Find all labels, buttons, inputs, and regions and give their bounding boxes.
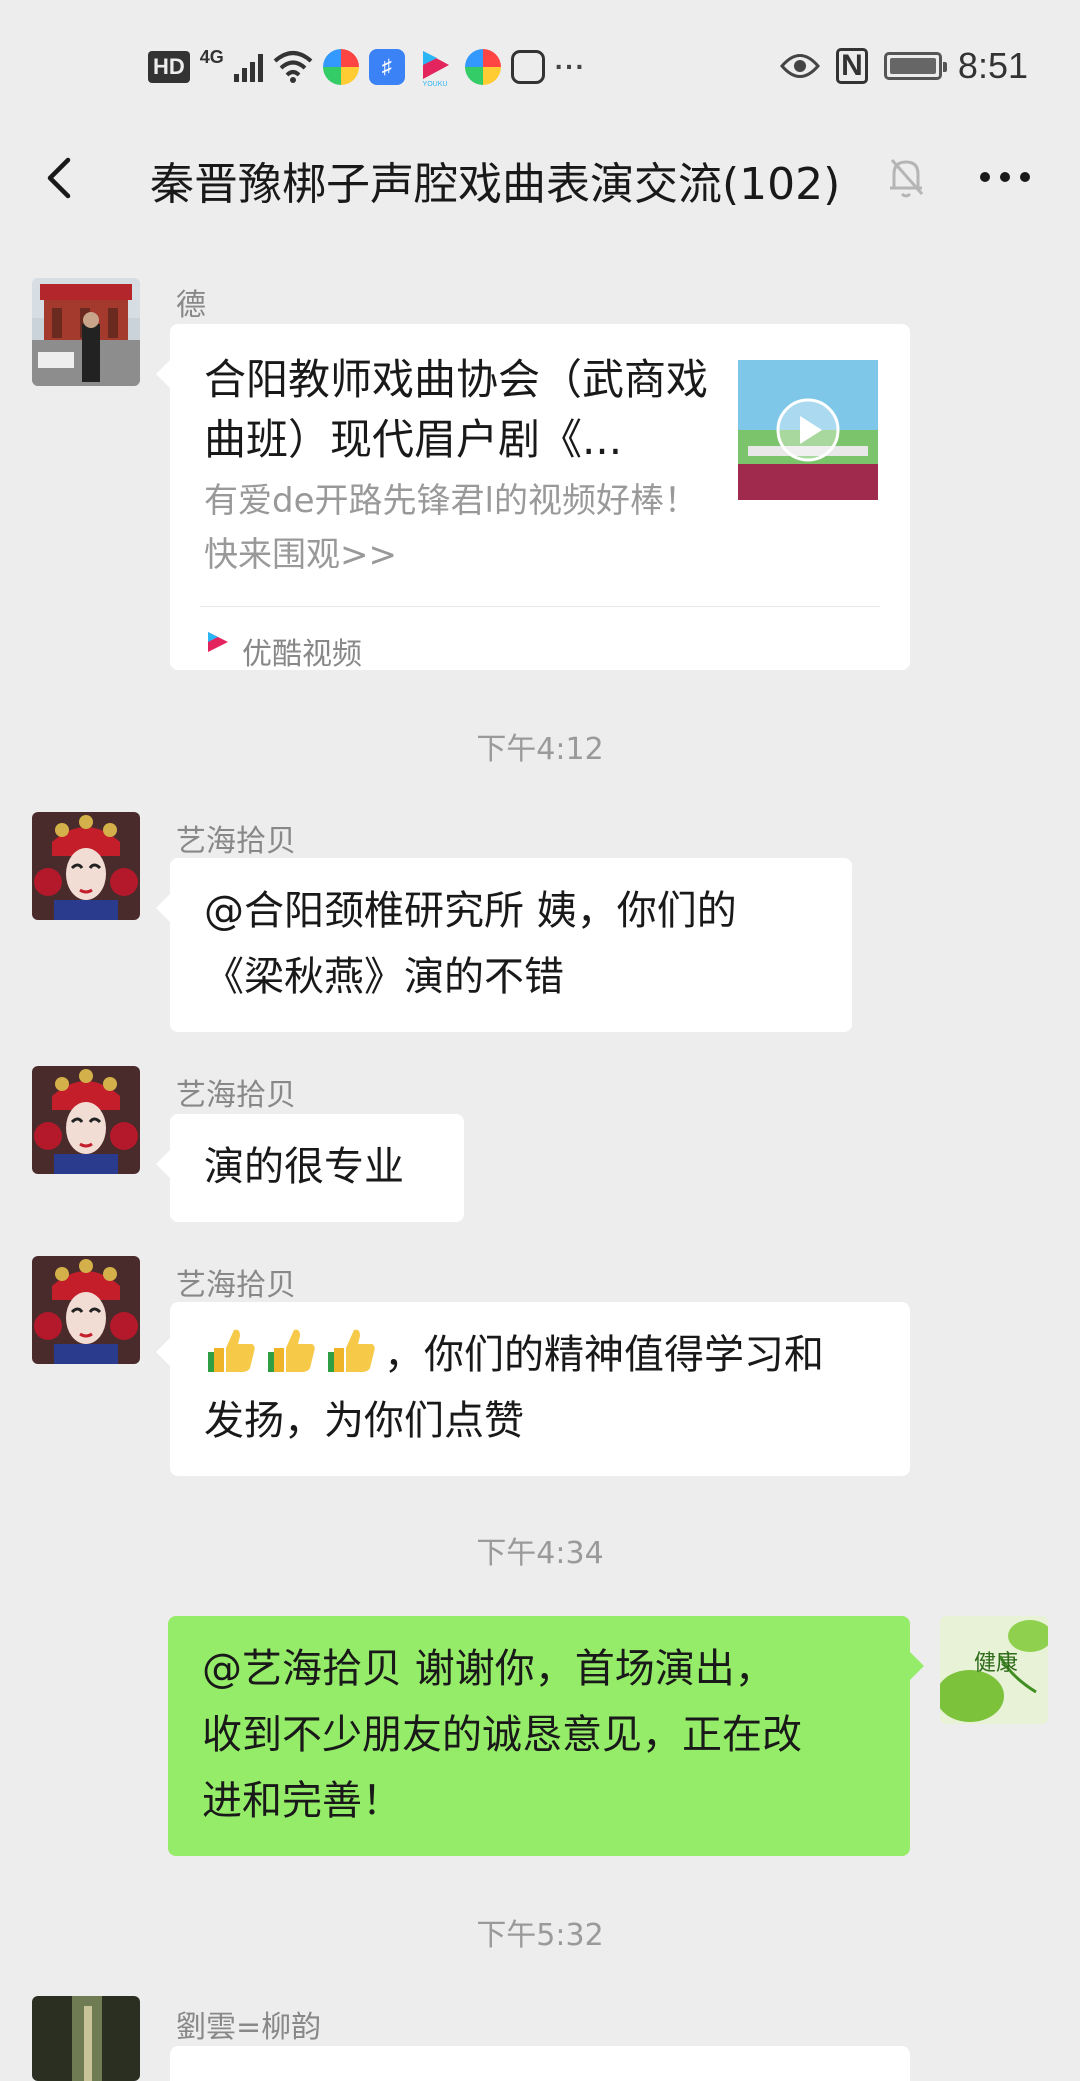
avatar[interactable]: 健康: [940, 1616, 1048, 1724]
timestamp: 下午4:12: [476, 732, 604, 767]
chat-title: 秦晋豫梆子声腔戏曲表演交流(102): [150, 159, 841, 210]
message-bubble[interactable]: 演的很专业: [156, 1114, 464, 1222]
thumbs-up-icon: [268, 1329, 315, 1372]
link-card-source: 优酷视频: [242, 637, 362, 672]
message-text: ，你们的精神值得学习和: [384, 1332, 824, 1378]
message-bubble[interactable]: @艺海拾贝 谢谢你，首场演出， 收到不少朋友的诚恳意见，正在改 进和完善！: [168, 1616, 924, 1856]
avatar[interactable]: [32, 812, 140, 920]
sender-name: 艺海拾贝: [176, 1078, 296, 1113]
link-card[interactable]: 合阳教师戏曲协会（武商戏曲班）现代眉户剧《... 有爱de开路先锋君l的视频好棒…: [156, 324, 910, 672]
sender-name: 劉雲=柳韵: [176, 2010, 322, 2045]
message-text: @艺海拾贝 谢谢你，首场演出，: [202, 1646, 775, 1692]
hd-badge: HD: [148, 51, 190, 83]
message-text: 发扬，为你们点赞: [204, 1398, 524, 1444]
status-bar-left: HD 4G ♯ YOUKU ···: [148, 46, 586, 88]
chevron-left-icon[interactable]: [30, 148, 90, 208]
bell-off-icon: [890, 159, 924, 198]
message-bubble[interactable]: @合阳颈椎研究所 姨，你们的 《梁秋燕》演的不错: [156, 858, 852, 1032]
youku-icon: [208, 632, 228, 652]
status-bar-right: N 8:51: [779, 44, 1028, 88]
battery-icon: [883, 52, 947, 80]
message-bubble[interactable]: ，你们的精神值得学习和 发扬，为你们点赞: [156, 1302, 910, 1476]
timestamp: 下午5:32: [476, 1918, 604, 1953]
chat-header: 秦晋豫梆子声腔戏曲表演交流(102): [0, 130, 1080, 230]
timestamp: 下午4:34: [476, 1536, 604, 1571]
sender-name: 艺海拾贝: [176, 824, 296, 859]
link-card-description: 有爱de开路先锋君l的视频好棒！快来围观>>: [204, 481, 698, 575]
avatar[interactable]: [32, 1066, 140, 1174]
link-card-title: 合阳教师戏曲协会（武商戏曲班）现代眉户剧《...: [204, 355, 709, 464]
message-text: @合阳颈椎研究所 姨，你们的: [204, 888, 737, 934]
svg-text:YOUKU: YOUKU: [422, 81, 447, 87]
video-thumbnail: [738, 360, 878, 500]
more-icon[interactable]: [975, 154, 1035, 200]
message-text: 《梁秋燕》演的不错: [204, 954, 564, 1000]
sender-name: 德: [176, 288, 206, 323]
app-notification-icon: [510, 50, 545, 84]
svg-text:健康: 健康: [974, 1651, 1018, 1676]
clock: 8:51: [957, 45, 1028, 86]
divider: [200, 606, 880, 607]
app-notification-icon: ♯: [368, 49, 405, 85]
status-bar: HD 4G ♯ YOUKU ··· N 8:51: [0, 0, 1080, 130]
avatar[interactable]: [32, 1256, 140, 1364]
message-text: 收到不少朋友的诚恳意见，正在改: [202, 1712, 802, 1758]
sender-name: 艺海拾贝: [176, 1268, 296, 1303]
avatar[interactable]: [32, 1996, 140, 2081]
thumbs-up-icon: [328, 1329, 375, 1372]
message-text: 演的很专业: [204, 1144, 404, 1190]
eye-icon: [779, 54, 820, 78]
wifi-icon: [273, 51, 313, 83]
app-notification-icon: [464, 49, 501, 85]
signal-icon: [233, 52, 263, 82]
nfc-icon: N: [835, 48, 868, 84]
more-notifications-icon: ···: [554, 51, 586, 82]
network-type: 4G: [199, 46, 224, 67]
app-notification-icon: [322, 49, 359, 85]
youku-icon: YOUKU: [422, 51, 449, 87]
message-text: 进和完善！: [202, 1778, 402, 1824]
message-bubble[interactable]: [170, 2046, 910, 2081]
avatar[interactable]: [32, 278, 140, 386]
thumbs-up-icon: [208, 1329, 255, 1372]
